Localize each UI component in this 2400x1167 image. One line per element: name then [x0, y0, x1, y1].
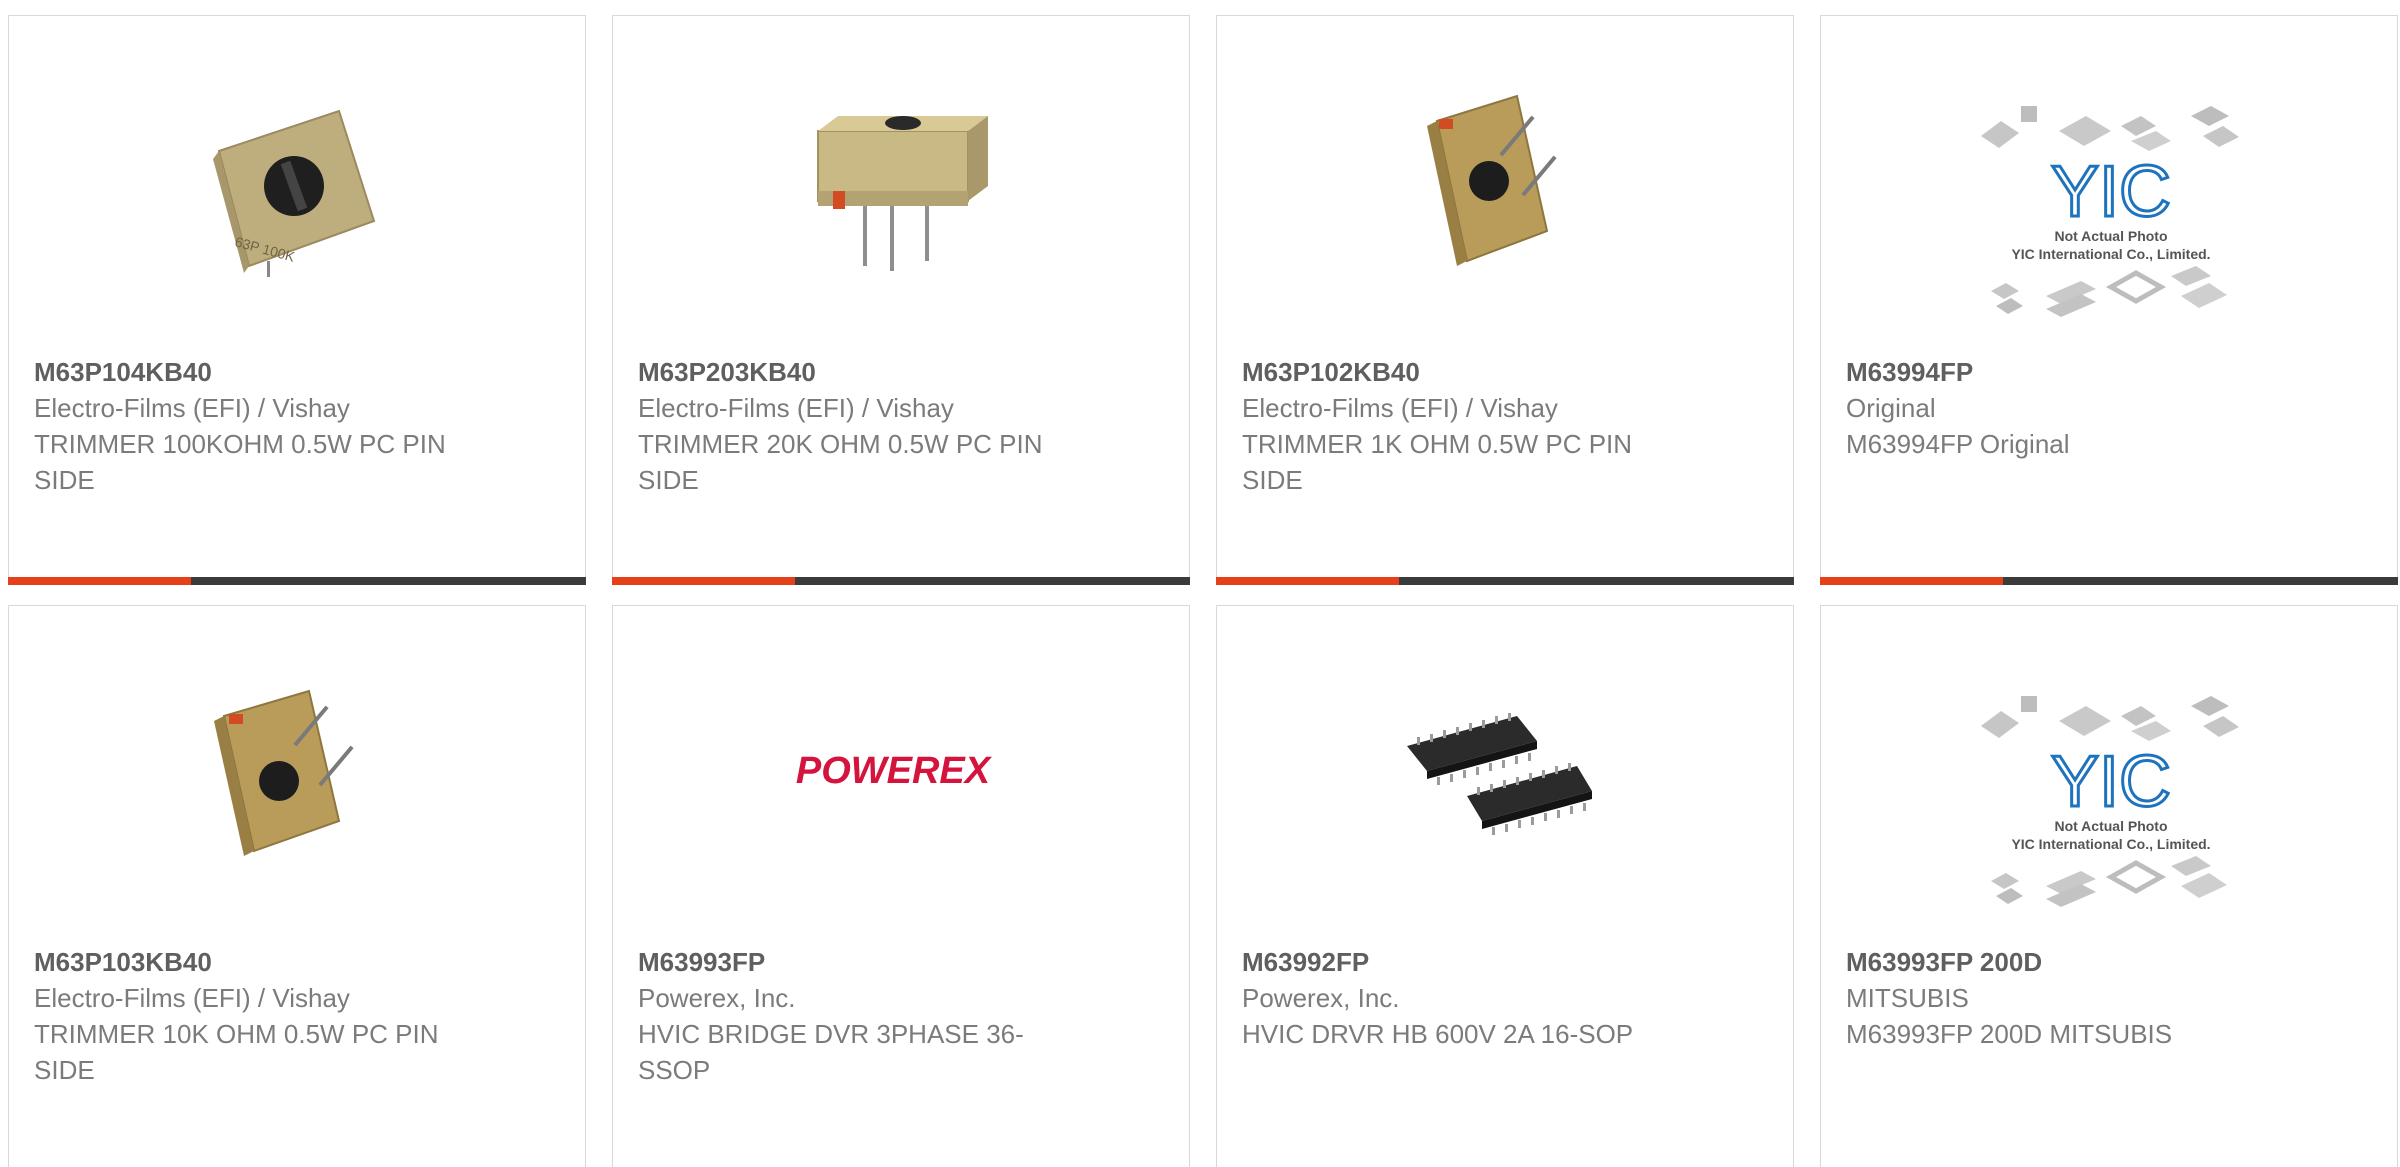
svg-text:Not Actual Photo: Not Actual Photo [2054, 228, 2167, 244]
svg-text:YIC: YIC [2051, 152, 2171, 232]
card-accent [1216, 577, 1399, 585]
description: HVIC DRVR HB 600V 2A 16-SOP [1242, 1019, 1634, 1049]
product-grid: 63P 100K M63P104KB40 Electro-Films (EFI)… [0, 0, 2400, 1167]
product-card[interactable]: M63P102KB40 Electro-Films (EFI) / Vishay… [1216, 15, 1794, 585]
manufacturer: Original [1846, 393, 1936, 423]
product-image[interactable] [1397, 671, 1597, 871]
yic-placeholder-icon: YIC Not Actual Photo YIC International C… [1981, 696, 2239, 907]
part-number[interactable]: M63P103KB40 [34, 944, 474, 980]
description: TRIMMER 1K OHM 0.5W PC PIN SIDE [1242, 429, 1633, 495]
part-number[interactable]: M63P104KB40 [34, 354, 474, 390]
trimmer-front-icon [817, 116, 988, 271]
svg-text:YIC International Co., Limited: YIC International Co., Limited. [2011, 246, 2210, 262]
svg-text:POWEREX: POWEREX [796, 750, 993, 792]
description: HVIC BRIDGE DVR 3PHASE 36-SSOP [638, 1019, 1024, 1085]
svg-text:YIC International Co., Limited: YIC International Co., Limited. [2011, 836, 2210, 852]
product-card[interactable]: YIC Not Actual Photo YIC International C… [1820, 15, 2398, 585]
manufacturer: Electro-Films (EFI) / Vishay [34, 393, 350, 423]
manufacturer: Electro-Films (EFI) / Vishay [1242, 393, 1558, 423]
product-image[interactable]: POWEREX [793, 671, 993, 871]
product-image[interactable]: 63P 100K [189, 81, 389, 281]
part-number[interactable]: M63P102KB40 [1242, 354, 1682, 390]
svg-text:YIC: YIC [2051, 742, 2171, 822]
manufacturer: MITSUBIS [1846, 983, 1969, 1013]
trimmer-angled-icon [214, 689, 354, 856]
product-card[interactable]: M63992FP Powerex, Inc. HVIC DRVR HB 600V… [1216, 605, 1794, 1167]
product-card[interactable]: YIC Not Actual Photo YIC International C… [1820, 605, 2398, 1167]
description: TRIMMER 20K OHM 0.5W PC PIN SIDE [638, 429, 1043, 495]
part-number[interactable]: M63993FP [638, 944, 1078, 980]
product-card[interactable]: M63P103KB40 Electro-Films (EFI) / Vishay… [8, 605, 586, 1167]
manufacturer: Powerex, Inc. [638, 983, 796, 1013]
card-accent [612, 577, 795, 585]
manufacturer: Powerex, Inc. [1242, 983, 1400, 1013]
product-image[interactable] [189, 671, 389, 871]
card-accent [8, 577, 191, 585]
part-number[interactable]: M63993FP 200D [1846, 944, 2286, 980]
description: M63993FP 200D MITSUBIS [1846, 1019, 2173, 1049]
trimmer-angled-icon [1427, 94, 1557, 266]
description: M63994FP Original [1846, 429, 2070, 459]
powerex-logo: POWEREX [796, 750, 993, 792]
part-number[interactable]: M63994FP [1846, 354, 2286, 390]
card-footer-bar [1820, 577, 2398, 585]
product-image[interactable] [793, 81, 993, 281]
trimmer-top-icon: 63P 100K [213, 109, 376, 277]
description: TRIMMER 100KOHM 0.5W PC PIN SIDE [34, 429, 446, 495]
product-card[interactable]: 63P 100K M63P104KB40 Electro-Films (EFI)… [8, 15, 586, 585]
svg-text:Not Actual Photo: Not Actual Photo [2054, 818, 2167, 834]
card-footer-bar [8, 577, 586, 585]
card-accent [1820, 577, 2003, 585]
manufacturer: Electro-Films (EFI) / Vishay [34, 983, 350, 1013]
product-card[interactable]: POWEREX M63993FP Powerex, Inc. HVIC BRID… [612, 605, 1190, 1167]
part-number[interactable]: M63992FP [1242, 944, 1682, 980]
card-footer-bar [1216, 577, 1794, 585]
product-card[interactable]: M63P203KB40 Electro-Films (EFI) / Vishay… [612, 15, 1190, 585]
card-footer-bar [612, 577, 1190, 585]
manufacturer: Electro-Films (EFI) / Vishay [638, 393, 954, 423]
description: TRIMMER 10K OHM 0.5W PC PIN SIDE [34, 1019, 439, 1085]
part-number[interactable]: M63P203KB40 [638, 354, 1078, 390]
product-image[interactable]: YIC Not Actual Photo YIC International C… [1971, 681, 2251, 921]
product-image[interactable]: YIC Not Actual Photo YIC International C… [1971, 91, 2251, 331]
sop-chip-icon [1407, 713, 1592, 835]
yic-placeholder-icon: YIC Not Actual Photo YIC International C… [1981, 106, 2239, 317]
product-image[interactable] [1397, 81, 1597, 281]
